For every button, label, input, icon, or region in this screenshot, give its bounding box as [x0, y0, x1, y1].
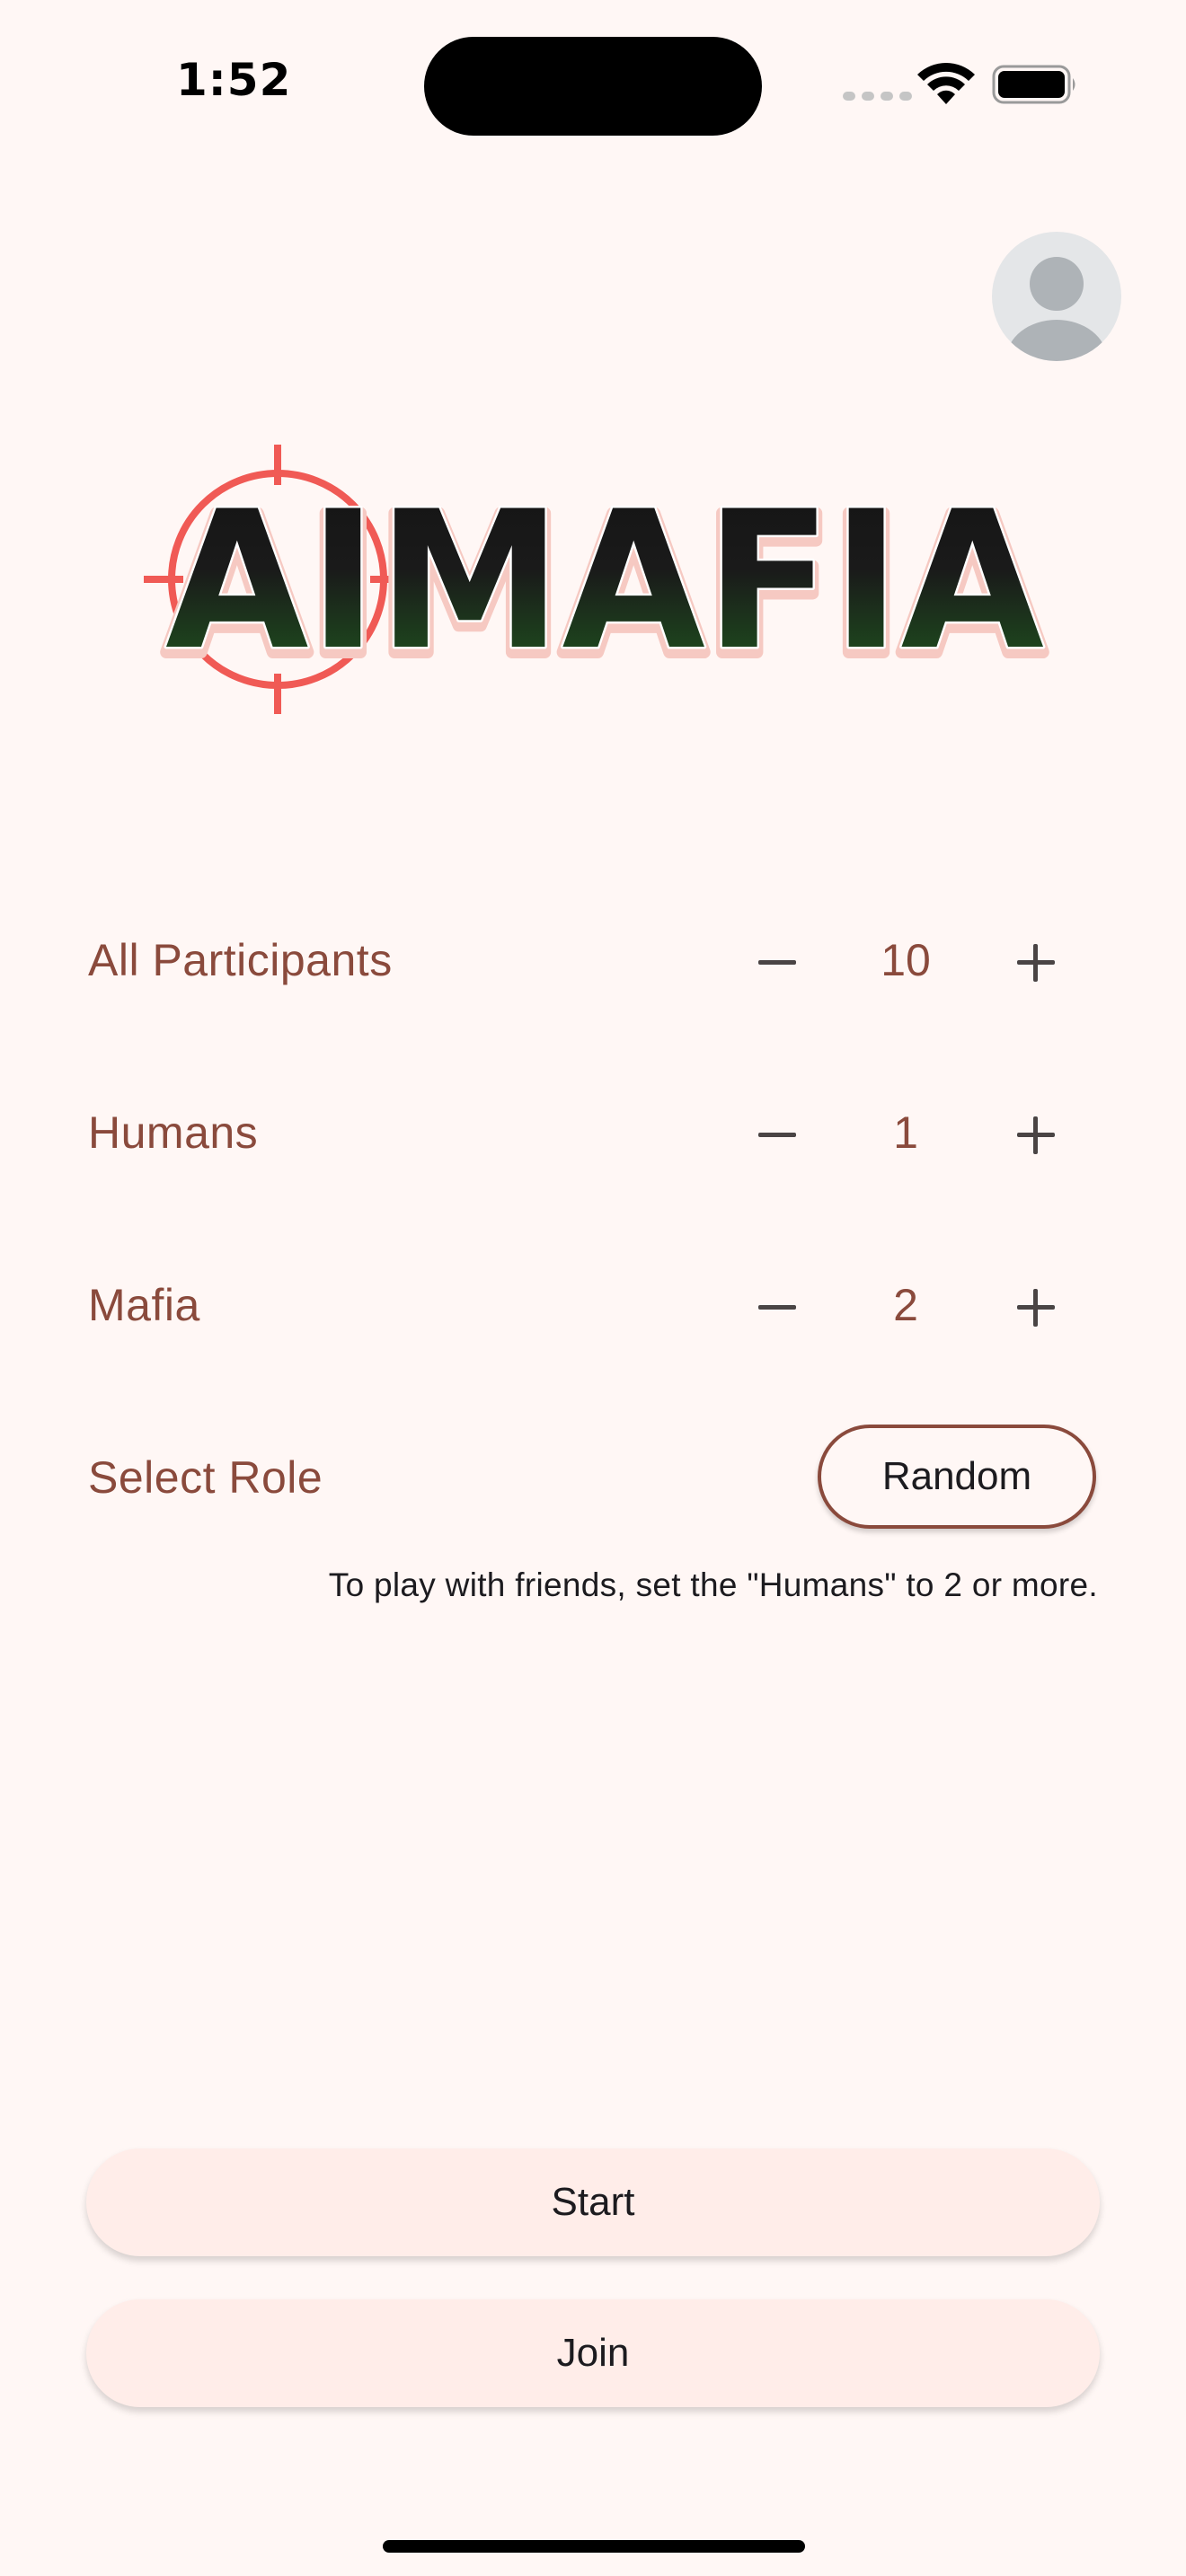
- start-button[interactable]: Start: [86, 2148, 1100, 2256]
- humans-label: Humans: [88, 1107, 259, 1158]
- humans-decrement-button[interactable]: [740, 1099, 812, 1171]
- cellular-signal-icon: [843, 92, 912, 101]
- home-indicator: [383, 2540, 805, 2553]
- mafia-value: 2: [893, 1280, 918, 1330]
- random-role-button[interactable]: Random: [818, 1425, 1096, 1529]
- mafia-decrement-button[interactable]: [740, 1272, 812, 1344]
- join-button[interactable]: Join: [86, 2299, 1100, 2407]
- person-avatar-icon: [1006, 257, 1107, 361]
- select-role-label: Select Role: [88, 1452, 323, 1503]
- humans-increment-button[interactable]: [999, 1099, 1071, 1171]
- mafia-increment-button[interactable]: [999, 1272, 1071, 1344]
- minus-icon: [758, 1133, 796, 1137]
- wifi-icon: [917, 63, 975, 104]
- minus-icon: [758, 960, 796, 965]
- profile-avatar-button[interactable]: [992, 232, 1121, 361]
- dynamic-island: [424, 37, 762, 136]
- logo-wordmark: AIMAFIA: [165, 470, 1044, 692]
- hint-text: To play with friends, set the "Humans" t…: [328, 1566, 1098, 1603]
- participants-value: 10: [881, 935, 931, 985]
- participants-increment-button[interactable]: [999, 927, 1071, 999]
- app-logo: AIMAFIA AIMAFIA: [144, 445, 1050, 714]
- battery-icon: [992, 65, 1075, 104]
- humans-value: 1: [893, 1107, 918, 1158]
- mafia-label: Mafia: [88, 1280, 200, 1330]
- minus-icon: [758, 1305, 796, 1310]
- participants-decrement-button[interactable]: [740, 927, 812, 999]
- participants-label: All Participants: [88, 935, 393, 985]
- status-bar-time: 1:52: [176, 54, 292, 106]
